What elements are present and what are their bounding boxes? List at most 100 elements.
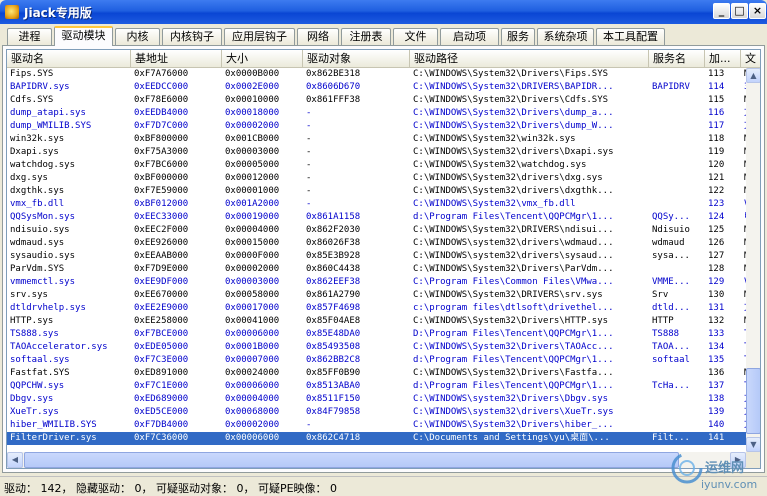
col-load-order-header[interactable]: 加... [705, 50, 741, 68]
col-size-cell: 0x00017000 [225, 303, 280, 313]
maximize-button[interactable]: □ [731, 3, 748, 19]
table-row[interactable]: srv.sys 0xEE670000 0x00058000 0x861A2790 C:\… [7, 289, 747, 302]
table-row[interactable]: dtldrvhelp.sys 0xEE2E9000 0x00017000 0x857F… [7, 302, 747, 315]
table-row[interactable]: vmx_fb.dll 0xBF012000 0x001A2000 - C:\WINDOW… [7, 198, 747, 211]
tab-6[interactable]: 注册表 [341, 28, 391, 45]
vertical-scrollbar[interactable]: ▲ ▼ [746, 68, 760, 452]
col-service-name-header[interactable]: 服务名 [649, 50, 705, 68]
table-row[interactable]: hiber_WMILIB.SYS 0xF7DB4000 0x00002000 - C:\… [7, 419, 747, 432]
col-driver-object-cell: 0x85FF0B90 [306, 368, 361, 378]
col-driver-object-cell: 0x862EEF38 [306, 277, 361, 287]
table-row[interactable]: wdmaud.sys 0xEE926000 0x00015000 0x86026F38… [7, 237, 747, 250]
col-driver-name-cell: HTTP.sys [10, 316, 54, 326]
col-size-cell: 0x00010000 [225, 95, 280, 105]
col-driver-path-cell: C:\WINDOWS\System32\Drivers\HTTP.sys [413, 316, 609, 326]
col-base-address-cell: 0xEE258000 [134, 316, 189, 326]
tab-11[interactable]: 本工具配置 [596, 28, 665, 45]
col-base-address-cell: 0xF7E59000 [134, 186, 189, 196]
table-row[interactable]: HTTP.sys 0xEE258000 0x00041000 0x85F04AE8 C:… [7, 315, 747, 328]
table-row[interactable]: Fastfat.SYS 0xED891000 0x00024000 0x85FF0B9… [7, 367, 747, 380]
driver-list[interactable]: 驱动名 基地址 大小 驱动对象 驱动路径 服务名 加... 文 Fips.SYS 0xF7A76… [6, 49, 761, 469]
table-row[interactable]: TS888.sys 0xF7BCE000 0x00006000 0x85E48DA0 D… [7, 328, 747, 341]
close-button[interactable]: × [749, 3, 766, 19]
table-row[interactable]: dump_atapi.sys 0xEEDB4000 0x00018000 - C:\WI… [7, 107, 747, 120]
col-base-address-cell: 0xEEC2F000 [134, 225, 189, 235]
title-bar[interactable]: Jiack专用版 _ □ × [0, 0, 767, 24]
tab-9[interactable]: 服务 [501, 28, 535, 45]
table-row[interactable]: dump_WMILIB.SYS 0xF7D7C000 0x00002000 - C:\W… [7, 120, 747, 133]
scroll-up-arrow-icon[interactable]: ▲ [746, 68, 760, 83]
tab-4[interactable]: 应用层钩子 [224, 28, 295, 45]
col-driver-path-cell: C:\WINDOWS\System32\Drivers\TAOAcc... [413, 342, 614, 352]
col-load-order-cell: 136 [708, 368, 725, 378]
table-row[interactable]: sysaudio.sys 0xEEAAB000 0x0000F000 0x85E3B9… [7, 250, 747, 263]
col-service-name-cell [649, 185, 705, 198]
table-row[interactable]: ParVdm.SYS 0xF7D9E000 0x00002000 0x860C4438… [7, 263, 747, 276]
table-row[interactable]: dxg.sys 0xBF000000 0x00012000 - C:\WINDOWS\S… [7, 172, 747, 185]
watermark-en: iyunv.com [701, 478, 757, 491]
col-driver-path-cell: C:\WINDOWS\system32\Drivers\Dbgv.sys [413, 394, 609, 404]
col-driver-path-cell: C:\WINDOWS\System32\Drivers\dump_a... [413, 108, 614, 118]
table-row-selected[interactable]: FilterDriver.sys 0xF7C36000 0x00006000 0x86… [7, 432, 747, 445]
col-driver-object-header[interactable]: 驱动对象 [303, 50, 410, 68]
tab-5[interactable]: 网络 [297, 28, 339, 45]
col-driver-name-cell: dtldrvhelp.sys [10, 303, 86, 313]
col-driver-path-cell: C:\WINDOWS\System32\watchdog.sys [413, 160, 587, 170]
col-load-order-cell: 114 [708, 82, 725, 92]
col-driver-object-cell: 0x861A1158 [306, 212, 361, 222]
table-row[interactable]: BAPIDRV.sys 0xEEDCC000 0x0002E000 0x8606D67… [7, 81, 747, 94]
table-row[interactable]: softaal.sys 0xF7C3E000 0x00007000 0x862BB2C… [7, 354, 747, 367]
col-service-name-cell: softaal [652, 355, 690, 365]
watermark-logo: 运维网 iyunv.com [671, 452, 757, 491]
tab-10[interactable]: 系统杂项 [537, 28, 594, 45]
col-driver-name-header[interactable]: 驱动名 [7, 50, 131, 68]
col-size-cell: 0x00004000 [225, 225, 280, 235]
horizontal-scrollbar[interactable]: ◀ ▶ [7, 452, 746, 468]
minimize-button[interactable]: _ [713, 3, 730, 19]
table-row[interactable]: QQPCHW.sys 0xF7C1E000 0x00006000 0x8513ABA0… [7, 380, 747, 393]
vertical-scroll-thumb[interactable] [746, 368, 760, 434]
col-driver-path-header[interactable]: 驱动路径 [410, 50, 649, 68]
col-base-address-header[interactable]: 基地址 [131, 50, 222, 68]
col-size-cell: 0x0000F000 [225, 251, 280, 261]
col-driver-object-cell: 0x861A2790 [306, 290, 361, 300]
col-driver-path-cell: d:\Program Files\Tencent\QQPCMgr\1... [413, 212, 614, 222]
tab-2[interactable]: 内核 [115, 28, 160, 45]
tab-0[interactable]: 进程 [7, 28, 52, 45]
col-service-name-cell: TcHa... [652, 381, 690, 391]
tab-1[interactable]: 驱动模块 [54, 26, 113, 46]
col-base-address-cell: 0xEEDB4000 [134, 108, 189, 118]
col-service-name-cell: sysa... [652, 251, 690, 261]
table-row[interactable]: ndisuio.sys 0xEEC2F000 0x00004000 0x862F203… [7, 224, 747, 237]
table-row[interactable]: TAOAccelerator.sys 0xEDE05000 0x0001B000 0x… [7, 341, 747, 354]
col-load-order-cell: 126 [708, 238, 725, 248]
table-row[interactable]: dxgthk.sys 0xF7E59000 0x00001000 - C:\WINDOW… [7, 185, 747, 198]
table-row[interactable]: Dbgv.sys 0xED689000 0x00004000 0x8511F150 C:… [7, 393, 747, 406]
col-size-cell: 0x00007000 [225, 355, 280, 365]
table-row[interactable]: win32k.sys 0xBF800000 0x001CB000 - C:\WINDOW… [7, 133, 747, 146]
horizontal-scroll-thumb[interactable] [24, 452, 679, 468]
tab-strip: 进程 驱动模块 内核 内核钩子 应用层钩子 网络 注册表 文件 启动项 服务 系统杂项 本工具配置 [2, 26, 765, 46]
table-row[interactable]: QQSysMon.sys 0xEEC33000 0x00019000 0x861A11… [7, 211, 747, 224]
col-driver-name-cell: Dxapi.sys [10, 147, 59, 157]
col-driver-path-cell: C:\WINDOWS\System32\drivers\Dxapi.sys [413, 147, 614, 157]
col-size-header[interactable]: 大小 [222, 50, 303, 68]
table-row[interactable]: Fips.SYS 0xF7A76000 0x0000B000 0x862BE318 C:… [7, 68, 747, 81]
col-base-address-cell: 0xEE926000 [134, 238, 189, 248]
table-row[interactable]: XueTr.sys 0xED5CE000 0x00068000 0x84F79858 C… [7, 406, 747, 419]
table-row[interactable]: vmmemctl.sys 0xEE9DF000 0x00003000 0x862EEF… [7, 276, 747, 289]
col-file-header[interactable]: 文 [741, 50, 760, 68]
col-driver-name-cell: ParVdm.SYS [10, 264, 65, 274]
col-load-order-cell: 116 [708, 108, 725, 118]
tab-7[interactable]: 文件 [393, 28, 438, 45]
table-row[interactable]: Dxapi.sys 0xF75A3000 0x00003000 - C:\WINDOWS… [7, 146, 747, 159]
scroll-left-arrow-icon[interactable]: ◀ [7, 452, 23, 468]
col-driver-name-cell: XueTr.sys [10, 407, 59, 417]
col-size-cell: 0x00006000 [225, 381, 280, 391]
tab-3[interactable]: 内核钩子 [162, 28, 222, 45]
tab-8[interactable]: 启动项 [440, 28, 499, 45]
col-driver-object-cell: - [306, 173, 312, 183]
table-row[interactable]: watchdog.sys 0xF7BC6000 0x00005000 - C:\WIND… [7, 159, 747, 172]
table-row[interactable]: Cdfs.SYS 0xF78E6000 0x00010000 0x861FFF38 C:… [7, 94, 747, 107]
col-service-name-cell: dtld... [652, 303, 690, 313]
